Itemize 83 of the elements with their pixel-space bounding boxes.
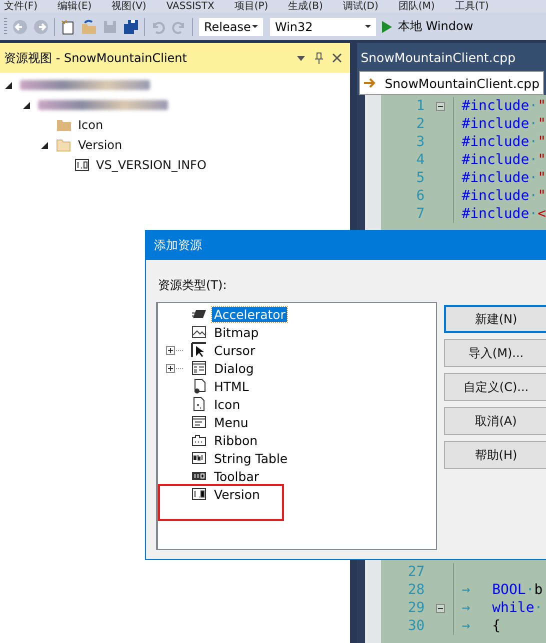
folder-icon bbox=[56, 118, 72, 132]
line-number: 28 bbox=[406, 582, 425, 598]
open-folder-icon[interactable] bbox=[81, 18, 97, 34]
dialog-button[interactable]: 自定义(C)... bbox=[444, 373, 546, 401]
tree-item[interactable]: Version bbox=[78, 138, 122, 152]
code-line: #include·" bbox=[460, 116, 546, 132]
menubar-entry[interactable]: VASSISTX bbox=[166, 0, 214, 13]
collapse-icon[interactable] bbox=[436, 102, 446, 110]
dialog-button[interactable]: 新建(N) bbox=[444, 305, 546, 333]
line-number: 4 bbox=[415, 152, 425, 168]
menubar-entry[interactable]: 工具(T) bbox=[454, 0, 489, 13]
tree-item[interactable]: Icon bbox=[78, 118, 104, 132]
line-number: 2 bbox=[415, 116, 425, 132]
resource-type-item[interactable]: Cursor bbox=[212, 342, 258, 358]
expanded-arrow-icon[interactable] bbox=[4, 80, 14, 90]
code-line: → BOOL·b bbox=[460, 582, 543, 598]
resource-type-item[interactable]: Accelerator bbox=[212, 306, 288, 322]
expanded-arrow-icon[interactable] bbox=[22, 100, 32, 110]
code-line: → while· bbox=[460, 600, 543, 616]
new-file-icon[interactable] bbox=[60, 18, 76, 34]
version-icon bbox=[74, 158, 90, 172]
code-line: #include·" bbox=[460, 170, 546, 186]
line-number: 27 bbox=[406, 564, 425, 580]
dropdown-icon[interactable] bbox=[296, 53, 306, 63]
pin-icon[interactable] bbox=[314, 52, 324, 64]
code-line: #include·< bbox=[460, 206, 546, 222]
menubar-entry[interactable]: 视图(V) bbox=[112, 0, 146, 13]
menubar-entry[interactable]: 调试(D) bbox=[342, 0, 378, 13]
menubar-entry[interactable]: 生成(B) bbox=[288, 0, 323, 13]
platform-dropdown[interactable]: Win32 bbox=[269, 16, 377, 36]
code-line: #include·" bbox=[460, 98, 546, 114]
code-line: #include·" bbox=[460, 134, 546, 150]
resource-type-item[interactable]: Menu bbox=[212, 414, 250, 430]
version-icon bbox=[191, 486, 207, 502]
panel-title: 资源视图 - SnowMountainClient bbox=[4, 50, 188, 66]
expand-icon[interactable] bbox=[166, 364, 184, 372]
editor-tab[interactable]: SnowMountainClient.cpp bbox=[356, 43, 546, 71]
configuration-dropdown[interactable]: Release bbox=[198, 16, 264, 36]
expand-icon[interactable] bbox=[166, 346, 184, 354]
dialog-button[interactable]: 导入(M)... bbox=[444, 339, 546, 367]
play-icon bbox=[382, 20, 392, 32]
dialog-title: 添加资源 bbox=[146, 231, 546, 260]
collapse-icon[interactable] bbox=[436, 604, 446, 612]
resource-type-item[interactable]: Icon bbox=[212, 396, 242, 412]
resource-type-item[interactable]: HTML bbox=[212, 378, 251, 394]
resource-type-item[interactable]: String Table bbox=[212, 450, 290, 466]
run-button[interactable]: 本地 Window bbox=[382, 18, 474, 35]
menubar-entry[interactable]: 团队(M) bbox=[398, 0, 435, 13]
line-number: 3 bbox=[415, 134, 425, 150]
line-number: 29 bbox=[406, 600, 425, 616]
expanded-arrow-icon[interactable] bbox=[40, 140, 50, 150]
file-icon bbox=[191, 396, 207, 412]
line-number: 6 bbox=[415, 188, 425, 204]
dialog-button[interactable]: 帮助(H) bbox=[444, 441, 546, 469]
resource-type-item[interactable]: Ribbon bbox=[212, 432, 260, 448]
navigation-bar[interactable]: SnowMountainClient.cpp bbox=[358, 71, 544, 95]
resource-type-item[interactable]: Toolbar bbox=[212, 468, 262, 484]
arrow-icon bbox=[364, 78, 376, 88]
code-line: #include·" bbox=[460, 188, 546, 204]
resource-type-item[interactable]: Bitmap bbox=[212, 324, 261, 340]
tree-item[interactable]: VS_VERSION_INFO bbox=[96, 158, 206, 172]
close-icon[interactable] bbox=[332, 53, 342, 63]
line-number: 30 bbox=[406, 618, 425, 634]
resource-type-item[interactable]: Version bbox=[212, 486, 262, 502]
pointer-icon bbox=[191, 342, 207, 358]
list-label: 资源类型(T): bbox=[158, 277, 228, 293]
resource-type-item[interactable]: Dialog bbox=[212, 360, 256, 376]
menu-icon bbox=[191, 414, 207, 430]
menubar-entry[interactable]: 文件(F) bbox=[4, 0, 38, 13]
form-icon bbox=[191, 360, 207, 376]
dialog-button[interactable]: 取消(A) bbox=[444, 407, 546, 435]
menubar-entry[interactable]: 项目(P) bbox=[234, 0, 268, 13]
line-number: 7 bbox=[415, 206, 425, 222]
text-field-icon bbox=[191, 450, 207, 466]
code-line: #include·" bbox=[460, 152, 546, 168]
open-folder-icon bbox=[56, 138, 72, 152]
code-line: → { bbox=[460, 618, 501, 634]
line-number: 5 bbox=[415, 170, 425, 186]
line-number: 1 bbox=[415, 98, 425, 114]
ribbon-icon bbox=[191, 432, 207, 448]
save-all-icon[interactable] bbox=[123, 18, 139, 34]
menubar-entry[interactable]: 编辑(E) bbox=[58, 0, 92, 13]
image-icon bbox=[191, 324, 207, 340]
